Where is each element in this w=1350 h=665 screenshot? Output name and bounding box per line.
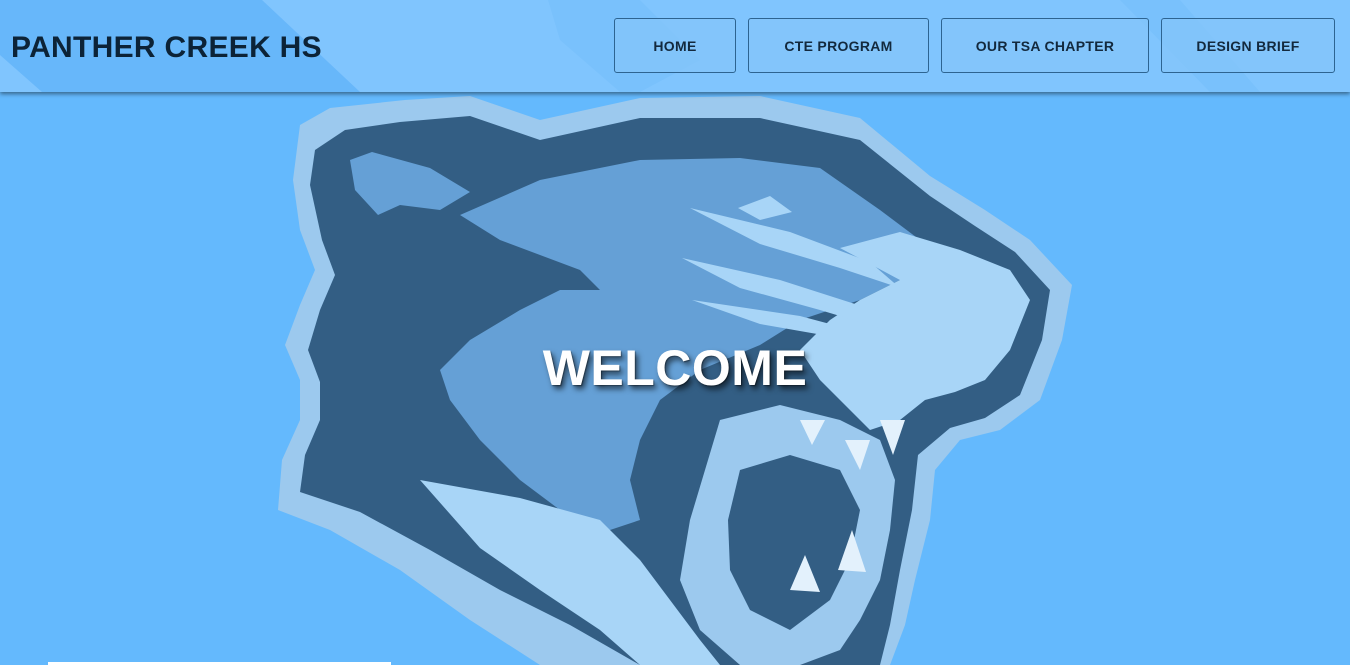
hero-welcome-heading: WELCOME [542,340,808,396]
nav-home-button[interactable]: HOME [614,18,736,73]
site-brand-title[interactable]: PANTHER CREEK HS [11,28,322,68]
nav-tsa-chapter-label: OUR TSA CHAPTER [975,37,1115,54]
page: PANTHER CREEK HS HOME CTE PROGRAM OUR TS… [0,0,1350,665]
nav-tsa-chapter-button[interactable]: OUR TSA CHAPTER [941,18,1149,73]
nav-cte-program-label: CTE PROGRAM [784,37,893,54]
nav-design-brief-label: DESIGN BRIEF [1196,37,1300,54]
nav-design-brief-button[interactable]: DESIGN BRIEF [1161,18,1335,73]
nav-cte-program-button[interactable]: CTE PROGRAM [748,18,929,73]
nav-home-label: HOME [653,37,697,54]
top-navbar: PANTHER CREEK HS HOME CTE PROGRAM OUR TS… [0,0,1350,92]
panther-mascot-image [278,96,1072,665]
